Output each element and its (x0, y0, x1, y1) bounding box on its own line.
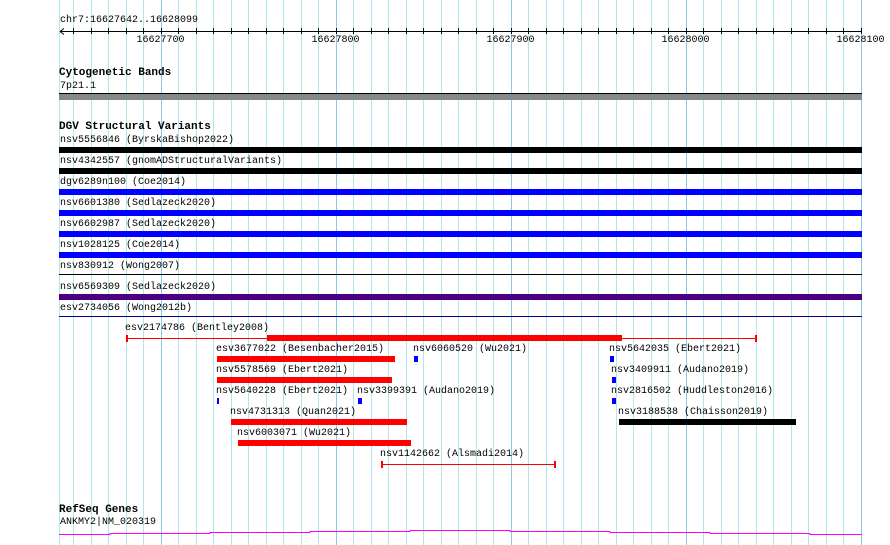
refseq-gene-ankmy2[interactable] (0, 0, 890, 545)
